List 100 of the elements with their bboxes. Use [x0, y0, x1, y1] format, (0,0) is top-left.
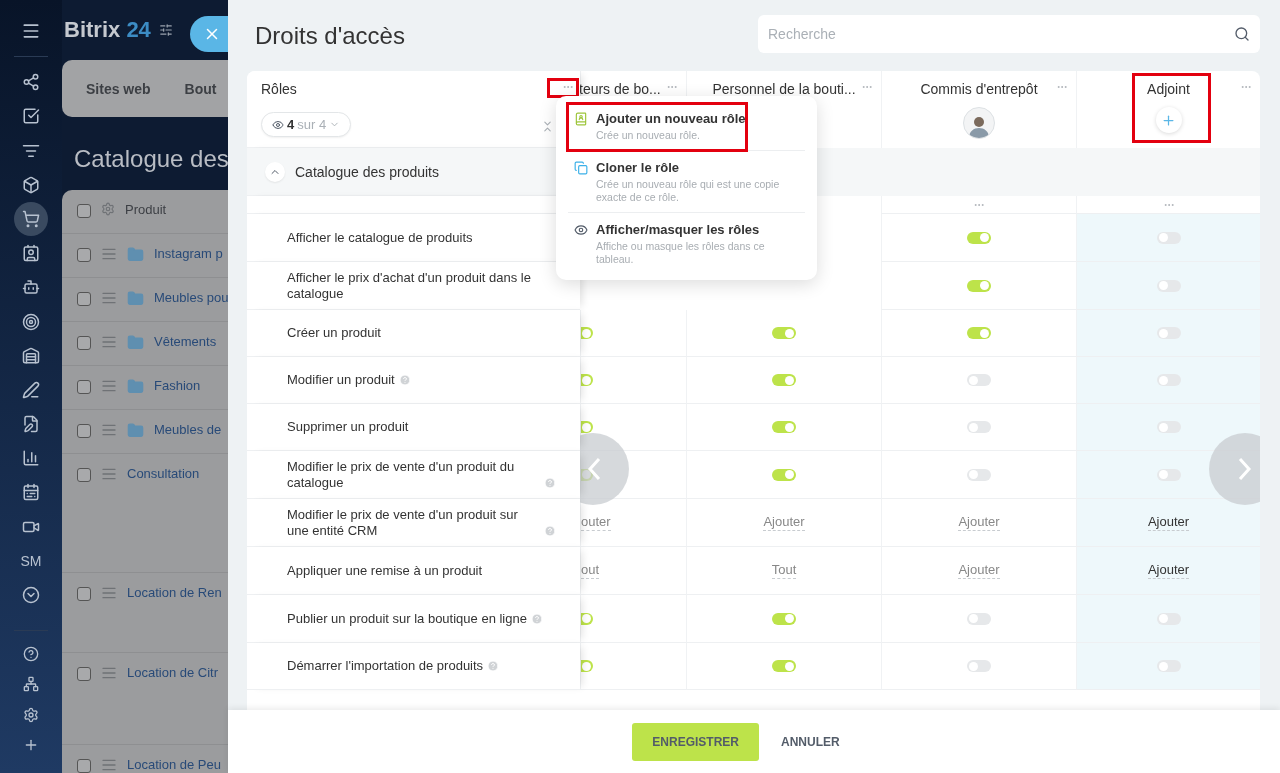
product-link[interactable]: Fashion [154, 378, 201, 393]
toggle-switch[interactable] [772, 612, 796, 625]
drag-handle-icon[interactable] [101, 334, 117, 350]
toggle-switch[interactable] [967, 468, 991, 481]
permission-link[interactable]: Ajouter [1147, 514, 1190, 531]
checkbox[interactable] [77, 587, 91, 601]
drag-handle-icon[interactable] [101, 466, 117, 482]
checkbox[interactable] [77, 468, 91, 482]
cart-icon[interactable] [14, 201, 48, 236]
product-link[interactable]: Location de Citr [127, 665, 219, 680]
collapse-button[interactable] [265, 161, 285, 182]
toggle-switch[interactable] [772, 374, 796, 386]
permission-label: Publier un produit sur la boutique en ligne [287, 610, 527, 627]
folder-icon [127, 422, 144, 439]
permission-label: Modifier un produit [287, 372, 395, 388]
role-title: Personnel de la bouti... [712, 81, 856, 97]
drag-handle-icon[interactable] [101, 665, 117, 681]
nav-tab[interactable]: Sites web [86, 80, 151, 97]
drag-handle-icon[interactable] [101, 757, 117, 773]
scroll-left-button[interactable] [580, 433, 629, 505]
section-title: Catalogue des produits [295, 163, 439, 180]
toggle-switch[interactable] [967, 612, 991, 625]
permission-label: Afficher le prix d'achat d'un produit dans le catalogue [287, 269, 532, 302]
checkbox[interactable] [77, 380, 91, 394]
save-button[interactable]: ENREGISTRER [632, 722, 759, 761]
contact-book-icon [574, 112, 588, 126]
toggle-switch[interactable] [1156, 468, 1181, 481]
permission-label: Créer un produit [287, 325, 381, 341]
folder-icon [127, 378, 144, 395]
add-button[interactable] [1155, 107, 1182, 133]
role-title: Adjoint [1147, 81, 1190, 97]
permission-label: Supprimer un produit [287, 419, 409, 435]
permission-link[interactable]: Tout [771, 562, 797, 579]
checkbox[interactable] [77, 292, 91, 306]
drag-handle-icon[interactable] [101, 422, 117, 438]
permission-link[interactable]: Ajouter [958, 514, 1000, 531]
search-field[interactable]: Recherche [758, 14, 1260, 53]
avatar [963, 107, 995, 139]
checkbox[interactable] [77, 248, 91, 262]
cancel-button[interactable]: ANNULER [775, 722, 846, 761]
close-button[interactable] [190, 16, 228, 52]
toggle-switch[interactable] [967, 279, 991, 292]
folder-icon [127, 246, 144, 263]
product-link[interactable]: Meubles de [154, 422, 222, 437]
eye-icon [272, 118, 284, 131]
permission-link[interactable]: Ajouter [958, 562, 1000, 579]
menu-item[interactable]: Ajouter un nouveau rôle Crée un nouveau rôle. [568, 102, 805, 151]
permission-label: Démarrer l'importation de produits [287, 658, 484, 674]
product-link[interactable]: Location de Ren [127, 585, 222, 600]
toggle-switch[interactable] [1156, 374, 1181, 386]
toggle-switch[interactable] [1156, 660, 1181, 672]
scroll-right-button[interactable] [1209, 433, 1260, 505]
column-header: Rôles [261, 81, 297, 97]
collapse-icon[interactable] [541, 120, 554, 133]
toggle-switch[interactable] [1156, 421, 1181, 433]
role-title: Commis d'entrepôt [920, 81, 1038, 97]
product-link[interactable]: Location de Peu [127, 757, 221, 772]
role-title: teurs de bo... [579, 81, 661, 97]
checkbox[interactable] [77, 336, 91, 350]
search-icon[interactable] [1234, 25, 1250, 42]
toggle-switch[interactable] [1156, 327, 1181, 339]
menu-item[interactable]: Afficher/masquer les rôles Affiche ou masque les rôles dans ce tableau. [568, 213, 805, 274]
product-link[interactable]: Consultation [127, 466, 200, 481]
drag-handle-icon[interactable] [101, 378, 117, 394]
toggle-switch[interactable] [772, 327, 796, 339]
toggle-switch[interactable] [967, 231, 991, 244]
drag-handle-icon[interactable] [101, 585, 117, 601]
toggle-switch[interactable] [1156, 231, 1181, 244]
permission-link[interactable]: Ajouter [1147, 562, 1190, 579]
roles-filter[interactable]: 4 sur 4 [261, 112, 352, 137]
page-title: Catalogue des [73, 144, 228, 174]
checkbox[interactable] [77, 667, 91, 681]
permission-link[interactable]: out [581, 562, 600, 579]
permission-link[interactable]: Ajouter [763, 514, 805, 531]
nav-tab[interactable]: Bout [184, 80, 217, 97]
toggle-switch[interactable] [1156, 279, 1181, 292]
checkbox[interactable] [77, 759, 91, 773]
toggle-switch[interactable] [1156, 612, 1181, 625]
toggle-switch[interactable] [772, 468, 796, 481]
toggle-switch[interactable] [967, 374, 991, 386]
permission-link[interactable]: outer [581, 514, 611, 531]
toggle-switch[interactable] [967, 327, 991, 339]
toggle-switch[interactable] [967, 421, 991, 433]
product-link[interactable]: Instagram p [154, 246, 223, 261]
sliders-icon[interactable] [158, 23, 173, 37]
checkbox[interactable] [77, 424, 91, 438]
permission-label: Modifier le prix de vente d'un produit du catalogue [287, 458, 516, 491]
nav-label[interactable]: SM [14, 543, 48, 578]
toggle-switch[interactable] [967, 660, 991, 672]
logo[interactable]: Bitrix 24 [64, 17, 151, 43]
column-header[interactable]: Produit [125, 202, 167, 217]
checkbox[interactable] [77, 204, 91, 218]
menu-item[interactable]: Cloner le rôle Crée un nouveau rôle qui est une copie exacte de ce rôle. [568, 151, 805, 213]
drag-handle-icon[interactable] [101, 290, 117, 306]
product-link[interactable]: Meubles pou [154, 290, 228, 305]
toggle-switch[interactable] [772, 421, 796, 433]
permission-label: Appliquer une remise à un produit [287, 562, 483, 579]
drag-handle-icon[interactable] [101, 246, 117, 262]
product-link[interactable]: Vêtements [154, 334, 217, 349]
toggle-switch[interactable] [772, 660, 796, 672]
